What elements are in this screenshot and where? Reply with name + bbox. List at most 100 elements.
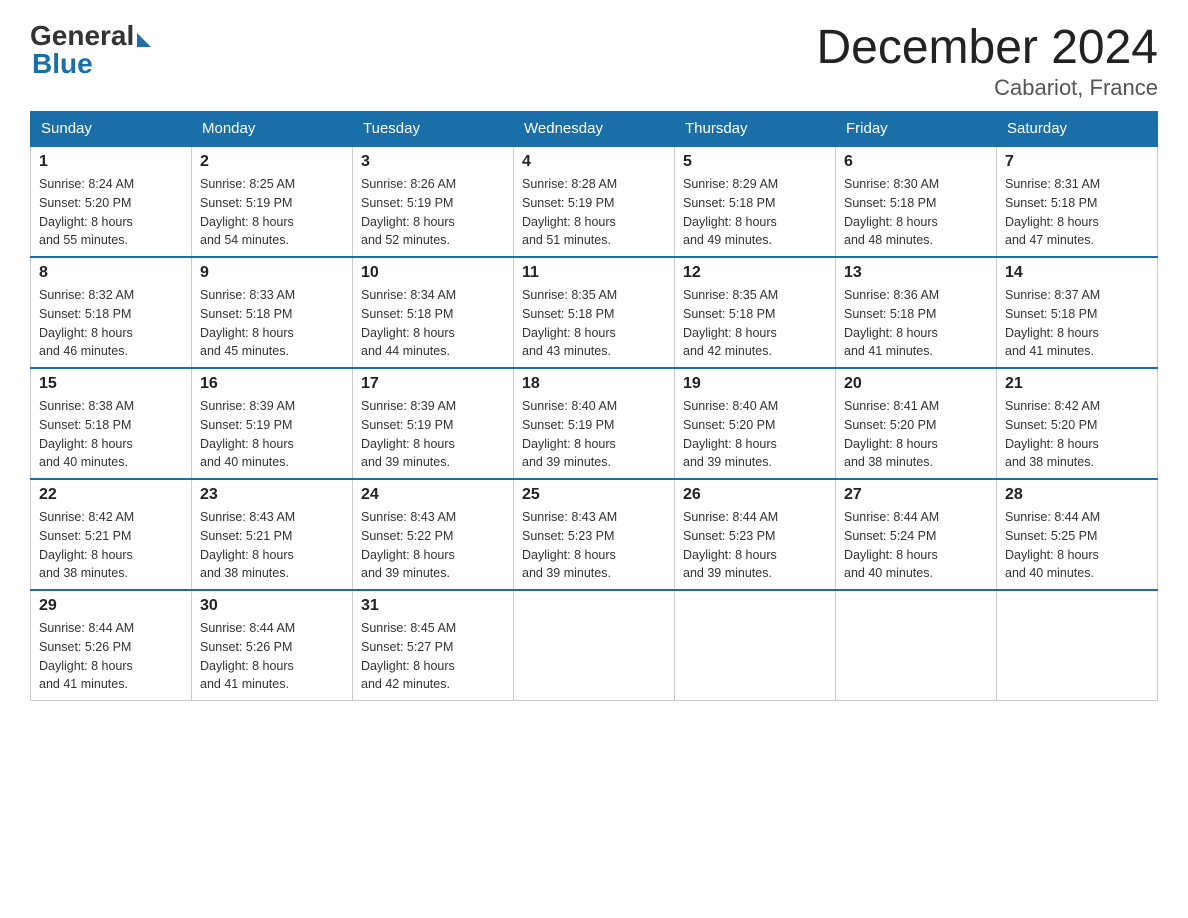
day-info: Sunrise: 8:25 AMSunset: 5:19 PMDaylight:… — [200, 175, 344, 250]
day-info: Sunrise: 8:33 AMSunset: 5:18 PMDaylight:… — [200, 286, 344, 361]
day-number: 16 — [200, 375, 344, 393]
logo-blue-text: Blue — [30, 48, 93, 80]
title-block: December 2024 Cabariot, France — [816, 20, 1158, 101]
day-number: 9 — [200, 264, 344, 282]
day-info: Sunrise: 8:43 AMSunset: 5:22 PMDaylight:… — [361, 508, 505, 583]
calendar-week-1: 1 Sunrise: 8:24 AMSunset: 5:20 PMDayligh… — [31, 146, 1158, 257]
column-header-wednesday: Wednesday — [514, 112, 675, 147]
day-number: 4 — [522, 153, 666, 171]
calendar-day-19: 19 Sunrise: 8:40 AMSunset: 5:20 PMDaylig… — [675, 368, 836, 479]
page-header: General Blue December 2024 Cabariot, Fra… — [30, 20, 1158, 101]
day-number: 23 — [200, 486, 344, 504]
calendar-day-21: 21 Sunrise: 8:42 AMSunset: 5:20 PMDaylig… — [997, 368, 1158, 479]
calendar-day-23: 23 Sunrise: 8:43 AMSunset: 5:21 PMDaylig… — [192, 479, 353, 590]
empty-cell — [836, 590, 997, 701]
calendar-day-10: 10 Sunrise: 8:34 AMSunset: 5:18 PMDaylig… — [353, 257, 514, 368]
day-number: 14 — [1005, 264, 1149, 282]
day-info: Sunrise: 8:44 AMSunset: 5:25 PMDaylight:… — [1005, 508, 1149, 583]
calendar-day-22: 22 Sunrise: 8:42 AMSunset: 5:21 PMDaylig… — [31, 479, 192, 590]
day-number: 31 — [361, 597, 505, 615]
calendar-day-14: 14 Sunrise: 8:37 AMSunset: 5:18 PMDaylig… — [997, 257, 1158, 368]
calendar-day-1: 1 Sunrise: 8:24 AMSunset: 5:20 PMDayligh… — [31, 146, 192, 257]
calendar-day-30: 30 Sunrise: 8:44 AMSunset: 5:26 PMDaylig… — [192, 590, 353, 701]
day-info: Sunrise: 8:26 AMSunset: 5:19 PMDaylight:… — [361, 175, 505, 250]
day-number: 6 — [844, 153, 988, 171]
day-info: Sunrise: 8:24 AMSunset: 5:20 PMDaylight:… — [39, 175, 183, 250]
empty-cell — [997, 590, 1158, 701]
day-number: 7 — [1005, 153, 1149, 171]
calendar-day-4: 4 Sunrise: 8:28 AMSunset: 5:19 PMDayligh… — [514, 146, 675, 257]
day-number: 12 — [683, 264, 827, 282]
day-number: 28 — [1005, 486, 1149, 504]
day-number: 22 — [39, 486, 183, 504]
calendar-day-2: 2 Sunrise: 8:25 AMSunset: 5:19 PMDayligh… — [192, 146, 353, 257]
calendar-week-2: 8 Sunrise: 8:32 AMSunset: 5:18 PMDayligh… — [31, 257, 1158, 368]
day-info: Sunrise: 8:42 AMSunset: 5:21 PMDaylight:… — [39, 508, 183, 583]
day-number: 1 — [39, 153, 183, 171]
day-info: Sunrise: 8:31 AMSunset: 5:18 PMDaylight:… — [1005, 175, 1149, 250]
column-header-thursday: Thursday — [675, 112, 836, 147]
day-number: 27 — [844, 486, 988, 504]
page-subtitle: Cabariot, France — [816, 75, 1158, 101]
day-number: 25 — [522, 486, 666, 504]
day-info: Sunrise: 8:28 AMSunset: 5:19 PMDaylight:… — [522, 175, 666, 250]
day-number: 8 — [39, 264, 183, 282]
day-number: 20 — [844, 375, 988, 393]
day-info: Sunrise: 8:43 AMSunset: 5:23 PMDaylight:… — [522, 508, 666, 583]
day-info: Sunrise: 8:36 AMSunset: 5:18 PMDaylight:… — [844, 286, 988, 361]
day-number: 11 — [522, 264, 666, 282]
calendar-day-20: 20 Sunrise: 8:41 AMSunset: 5:20 PMDaylig… — [836, 368, 997, 479]
calendar-day-17: 17 Sunrise: 8:39 AMSunset: 5:19 PMDaylig… — [353, 368, 514, 479]
calendar-day-13: 13 Sunrise: 8:36 AMSunset: 5:18 PMDaylig… — [836, 257, 997, 368]
day-info: Sunrise: 8:38 AMSunset: 5:18 PMDaylight:… — [39, 397, 183, 472]
calendar-day-16: 16 Sunrise: 8:39 AMSunset: 5:19 PMDaylig… — [192, 368, 353, 479]
column-header-friday: Friday — [836, 112, 997, 147]
day-number: 29 — [39, 597, 183, 615]
calendar-day-12: 12 Sunrise: 8:35 AMSunset: 5:18 PMDaylig… — [675, 257, 836, 368]
calendar-day-5: 5 Sunrise: 8:29 AMSunset: 5:18 PMDayligh… — [675, 146, 836, 257]
day-number: 30 — [200, 597, 344, 615]
day-info: Sunrise: 8:44 AMSunset: 5:23 PMDaylight:… — [683, 508, 827, 583]
day-info: Sunrise: 8:44 AMSunset: 5:24 PMDaylight:… — [844, 508, 988, 583]
day-info: Sunrise: 8:40 AMSunset: 5:19 PMDaylight:… — [522, 397, 666, 472]
day-info: Sunrise: 8:32 AMSunset: 5:18 PMDaylight:… — [39, 286, 183, 361]
calendar-day-18: 18 Sunrise: 8:40 AMSunset: 5:19 PMDaylig… — [514, 368, 675, 479]
day-number: 19 — [683, 375, 827, 393]
calendar-day-11: 11 Sunrise: 8:35 AMSunset: 5:18 PMDaylig… — [514, 257, 675, 368]
day-info: Sunrise: 8:45 AMSunset: 5:27 PMDaylight:… — [361, 619, 505, 694]
empty-cell — [514, 590, 675, 701]
day-info: Sunrise: 8:29 AMSunset: 5:18 PMDaylight:… — [683, 175, 827, 250]
day-number: 18 — [522, 375, 666, 393]
calendar-day-25: 25 Sunrise: 8:43 AMSunset: 5:23 PMDaylig… — [514, 479, 675, 590]
calendar-day-9: 9 Sunrise: 8:33 AMSunset: 5:18 PMDayligh… — [192, 257, 353, 368]
day-number: 2 — [200, 153, 344, 171]
day-number: 3 — [361, 153, 505, 171]
day-info: Sunrise: 8:35 AMSunset: 5:18 PMDaylight:… — [522, 286, 666, 361]
page-title: December 2024 — [816, 20, 1158, 75]
calendar-day-8: 8 Sunrise: 8:32 AMSunset: 5:18 PMDayligh… — [31, 257, 192, 368]
column-header-saturday: Saturday — [997, 112, 1158, 147]
calendar-week-3: 15 Sunrise: 8:38 AMSunset: 5:18 PMDaylig… — [31, 368, 1158, 479]
calendar-day-31: 31 Sunrise: 8:45 AMSunset: 5:27 PMDaylig… — [353, 590, 514, 701]
day-number: 17 — [361, 375, 505, 393]
calendar-day-29: 29 Sunrise: 8:44 AMSunset: 5:26 PMDaylig… — [31, 590, 192, 701]
column-header-sunday: Sunday — [31, 112, 192, 147]
calendar-header-row: SundayMondayTuesdayWednesdayThursdayFrid… — [31, 112, 1158, 147]
column-header-monday: Monday — [192, 112, 353, 147]
day-info: Sunrise: 8:44 AMSunset: 5:26 PMDaylight:… — [39, 619, 183, 694]
day-info: Sunrise: 8:30 AMSunset: 5:18 PMDaylight:… — [844, 175, 988, 250]
day-info: Sunrise: 8:40 AMSunset: 5:20 PMDaylight:… — [683, 397, 827, 472]
day-info: Sunrise: 8:35 AMSunset: 5:18 PMDaylight:… — [683, 286, 827, 361]
calendar-day-3: 3 Sunrise: 8:26 AMSunset: 5:19 PMDayligh… — [353, 146, 514, 257]
calendar-week-5: 29 Sunrise: 8:44 AMSunset: 5:26 PMDaylig… — [31, 590, 1158, 701]
calendar-day-28: 28 Sunrise: 8:44 AMSunset: 5:25 PMDaylig… — [997, 479, 1158, 590]
day-info: Sunrise: 8:39 AMSunset: 5:19 PMDaylight:… — [361, 397, 505, 472]
calendar-day-27: 27 Sunrise: 8:44 AMSunset: 5:24 PMDaylig… — [836, 479, 997, 590]
calendar-table: SundayMondayTuesdayWednesdayThursdayFrid… — [30, 111, 1158, 701]
calendar-day-15: 15 Sunrise: 8:38 AMSunset: 5:18 PMDaylig… — [31, 368, 192, 479]
day-info: Sunrise: 8:44 AMSunset: 5:26 PMDaylight:… — [200, 619, 344, 694]
calendar-day-6: 6 Sunrise: 8:30 AMSunset: 5:18 PMDayligh… — [836, 146, 997, 257]
column-header-tuesday: Tuesday — [353, 112, 514, 147]
calendar-day-26: 26 Sunrise: 8:44 AMSunset: 5:23 PMDaylig… — [675, 479, 836, 590]
logo-arrow-icon — [137, 33, 151, 47]
